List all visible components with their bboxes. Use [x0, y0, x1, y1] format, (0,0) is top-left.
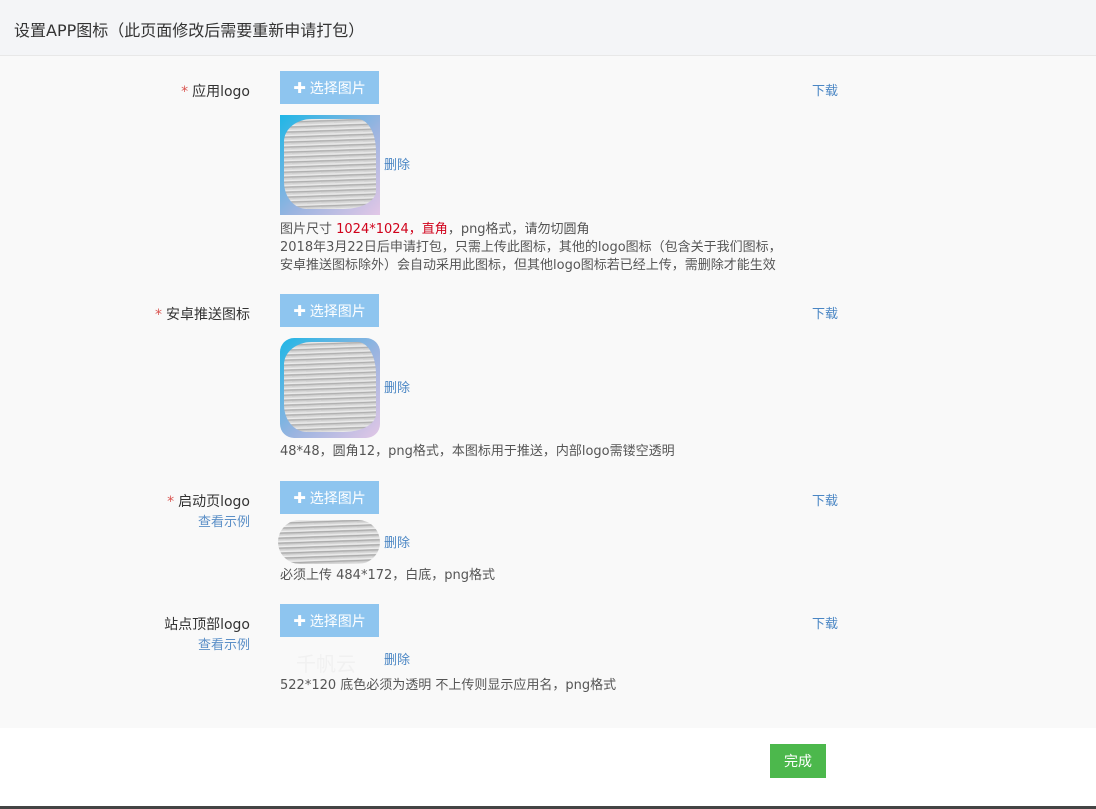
push-icon-choose-button[interactable]: ✚ 选择图片	[280, 294, 379, 327]
app-logo-hint-1: 图片尺寸 1024*1024，直角，png格式，请勿切圆角	[280, 222, 590, 237]
push-icon-delete-link[interactable]: 删除	[384, 377, 410, 396]
required-mark: *	[155, 307, 162, 323]
push-icon-label: * 安卓推送图标	[155, 307, 250, 323]
plus-icon: ✚	[293, 78, 306, 97]
site-top-logo-delete-link[interactable]: 删除	[384, 649, 410, 668]
push-icon-hint: 48*48，圆角12，png格式，本图标用于推送，内部logo需镂空透明	[280, 444, 675, 459]
dialog-title: 设置APP图标（此页面修改后需要重新申请打包）	[14, 21, 365, 40]
splash-logo-delete-link[interactable]: 删除	[384, 532, 410, 551]
site-top-logo-thumbnail: 千帆云	[296, 652, 356, 676]
plus-icon: ✚	[293, 301, 306, 320]
app-logo-thumbnail	[280, 115, 380, 215]
app-logo-hint-2: 2018年3月22日后申请打包，只需上传此图标，其他的logo图标（包含关于我们…	[280, 240, 782, 255]
push-icon-download-link[interactable]: 下载	[812, 303, 838, 322]
splash-logo-hint: 必须上传 484*172，白底，png格式	[280, 568, 496, 583]
required-mark: *	[181, 84, 189, 100]
site-top-logo-download-link[interactable]: 下载	[812, 613, 838, 632]
done-button[interactable]: 完成	[770, 744, 826, 778]
site-top-logo-label: 站点顶部logo	[164, 617, 250, 633]
plus-icon: ✚	[293, 611, 306, 630]
required-mark: *	[167, 494, 175, 510]
app-logo-delete-link[interactable]: 删除	[384, 154, 410, 173]
site-top-logo-example-link[interactable]: 查看示例	[198, 634, 250, 653]
splash-logo-download-link[interactable]: 下载	[812, 490, 838, 509]
push-icon-thumbnail	[280, 338, 380, 438]
site-top-logo-hint: 522*120 底色必须为透明 不上传则显示应用名，png格式	[280, 678, 617, 693]
size-highlight: 1024*1024，直角	[336, 222, 448, 237]
site-top-logo-choose-button[interactable]: ✚ 选择图片	[280, 604, 379, 637]
app-logo-download-link[interactable]: 下载	[812, 80, 838, 99]
splash-logo-example-link[interactable]: 查看示例	[198, 511, 250, 530]
dialog-header: 设置APP图标（此页面修改后需要重新申请打包）	[0, 0, 1096, 56]
plus-icon: ✚	[293, 488, 306, 507]
splash-logo-thumbnail	[278, 520, 380, 564]
splash-logo-choose-button[interactable]: ✚ 选择图片	[280, 481, 379, 514]
dialog-footer	[0, 728, 1096, 808]
splash-logo-label: * 启动页logo	[167, 494, 250, 510]
app-logo-label: * 应用logo	[181, 84, 250, 100]
app-logo-hint-3: 安卓推送图标除外）会自动采用此图标，但其他logo图标若已经上传，需删除才能生效	[280, 258, 776, 273]
app-logo-choose-button[interactable]: ✚ 选择图片	[280, 71, 379, 104]
